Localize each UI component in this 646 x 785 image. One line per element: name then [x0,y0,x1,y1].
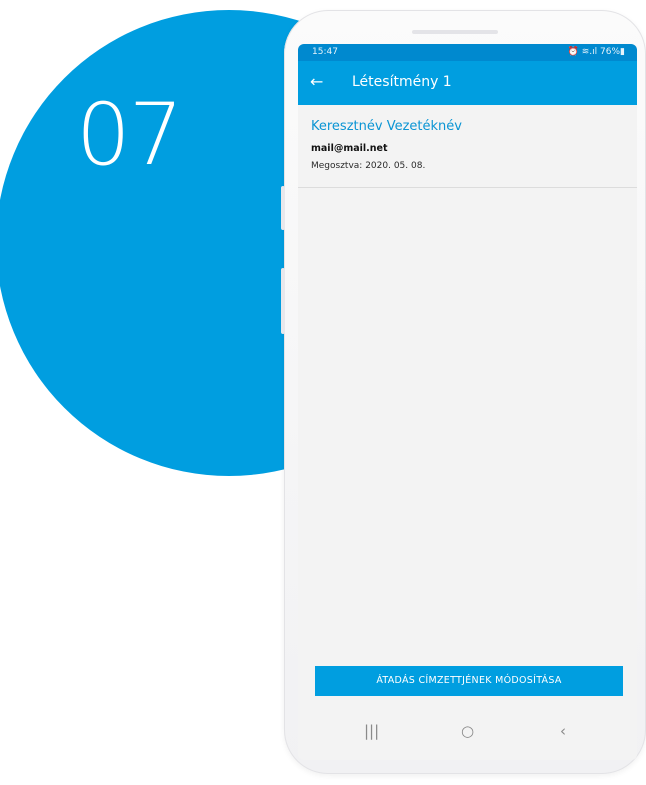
back-arrow-icon[interactable]: ← [310,72,323,91]
status-bar: 15:47 ⏰ ≋.ıl 76%▮ [298,44,637,61]
navigation-bar: ||| ○ ‹ [298,708,637,760]
phone-speaker [412,30,498,34]
phone-frame: 15:47 ⏰ ≋.ıl 76%▮ ← Létesítmény 1 Keresz… [281,10,646,774]
volume-button [281,186,285,230]
status-time: 15:47 [312,47,338,57]
phone-screen: 15:47 ⏰ ≋.ıl 76%▮ ← Létesítmény 1 Keresz… [298,44,637,760]
user-email: mail@mail.net [311,143,388,154]
step-number: 07 [76,85,183,185]
page-title: Létesítmény 1 [352,74,452,90]
status-icons: ⏰ ≋.ıl 76%▮ [567,47,625,57]
user-name: Keresztnév Vezetéknév [311,119,462,134]
recents-icon[interactable]: ||| [364,722,379,740]
shared-user-item[interactable]: Keresztnév Vezetéknév mail@mail.net Mego… [298,105,637,188]
nav-back-icon[interactable]: ‹ [560,722,566,740]
shared-date: Megosztva: 2020. 05. 08. [311,161,426,171]
home-icon[interactable]: ○ [461,722,474,740]
app-bar: ← Létesítmény 1 [298,61,637,105]
power-button [281,268,285,334]
change-recipient-button[interactable]: ÁTADÁS CÍMZETTJÉNEK MÓDOSÍTÁSA [315,666,623,696]
